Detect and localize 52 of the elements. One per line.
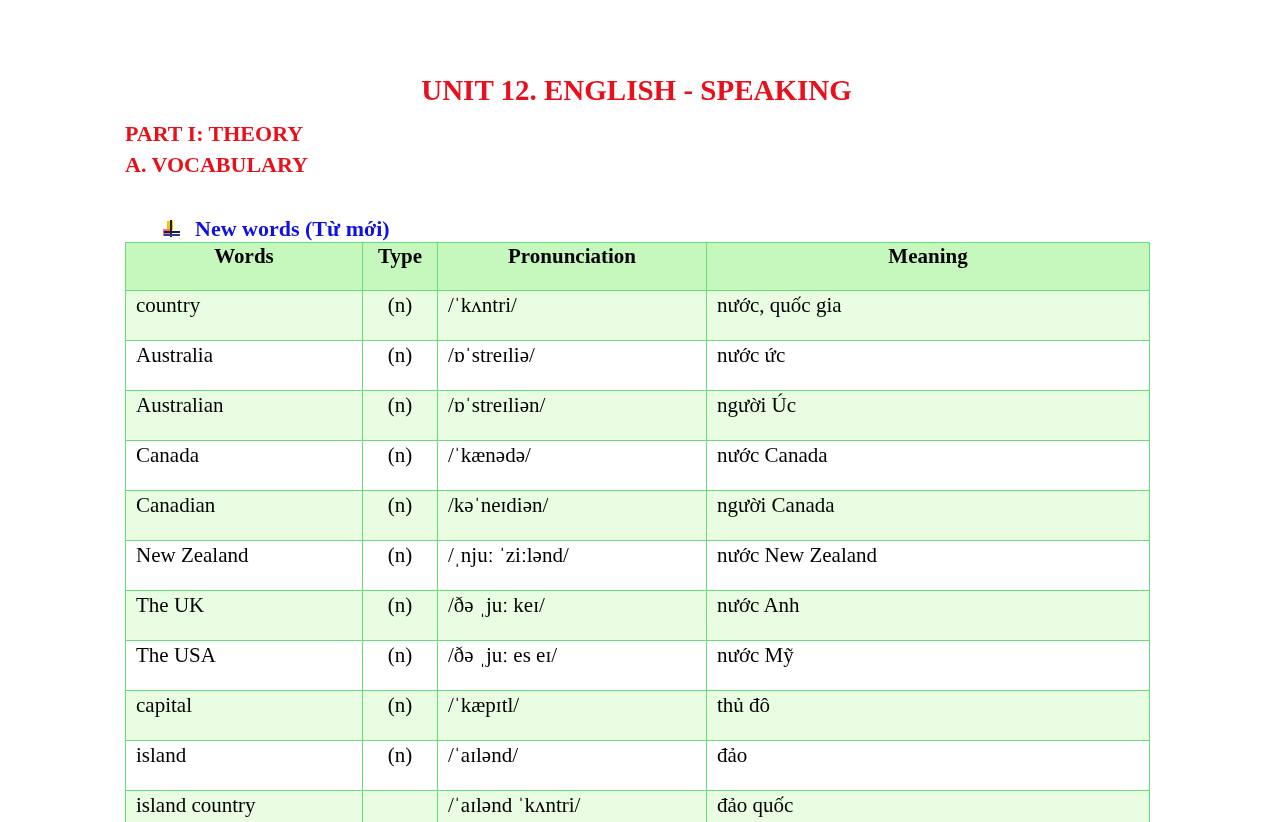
table-cell: nước Anh	[706, 590, 1150, 641]
column-header: Words	[125, 242, 363, 291]
table-cell: island country	[125, 790, 363, 822]
table-cell: /ˌnjuː ˈziːlənd/	[437, 540, 707, 591]
table-cell: (n)	[362, 740, 438, 791]
table-cell: thủ đô	[706, 690, 1150, 741]
table-cell: (n)	[362, 640, 438, 691]
table-cell: Australian	[125, 390, 363, 441]
table-cell: nước Mỹ	[706, 640, 1150, 691]
table-cell: (n)	[362, 340, 438, 391]
table-cell: người Úc	[706, 390, 1150, 441]
column-header: Type	[362, 242, 438, 291]
table-cell: /ˈaɪlənd/	[437, 740, 707, 791]
table-cell: /ˈaɪlənd ˈkʌntri/	[437, 790, 707, 822]
table-cell: (n)	[362, 690, 438, 741]
column-header: Pronunciation	[437, 242, 707, 291]
table-cell: nước Canada	[706, 440, 1150, 491]
table-cell: /ˈkʌntri/	[437, 290, 707, 341]
table-cell: (n)	[362, 290, 438, 341]
table-cell: /ˈkænədə/	[437, 440, 707, 491]
table-cell: nước New Zealand	[706, 540, 1150, 591]
table-cell: capital	[125, 690, 363, 741]
table-cell: The USA	[125, 640, 363, 691]
table-cell: Australia	[125, 340, 363, 391]
column-header: Meaning	[706, 242, 1150, 291]
table-cell: (n)	[362, 390, 438, 441]
table-cell: đảo quốc	[706, 790, 1150, 822]
document-title: UNIT 12. ENGLISH - SPEAKING	[420, 73, 853, 108]
table-cell: /kəˈneɪdiən/	[437, 490, 707, 541]
table-cell: /ðə ˌjuː es eɪ/	[437, 640, 707, 691]
part-heading: PART I: THEORY	[125, 120, 304, 148]
table-cell: Canada	[125, 440, 363, 491]
table-cell: island	[125, 740, 363, 791]
table-cell: nước, quốc gia	[706, 290, 1150, 341]
subsection-heading: New words (Từ mới)	[195, 216, 390, 242]
table-cell: /ˈkæpɪtl/	[437, 690, 707, 741]
table-cell: nước ức	[706, 340, 1150, 391]
table-cell: người Canada	[706, 490, 1150, 541]
table-cell: (n)	[362, 490, 438, 541]
table-cell: đảo	[706, 740, 1150, 791]
table-cell: New Zealand	[125, 540, 363, 591]
bullet-icon	[161, 220, 181, 238]
table-cell: /ðə ˌjuː keɪ/	[437, 590, 707, 641]
table-cell: (n)	[362, 540, 438, 591]
table-cell: country	[125, 290, 363, 341]
table-cell: /ɒˈstreɪliə/	[437, 340, 707, 391]
table-cell: /ɒˈstreɪliən/	[437, 390, 707, 441]
table-cell: (n)	[362, 440, 438, 491]
table-cell: (n)	[362, 590, 438, 641]
table-cell: The UK	[125, 590, 363, 641]
table-cell: Canadian	[125, 490, 363, 541]
section-heading: A. VOCABULARY	[125, 151, 308, 179]
